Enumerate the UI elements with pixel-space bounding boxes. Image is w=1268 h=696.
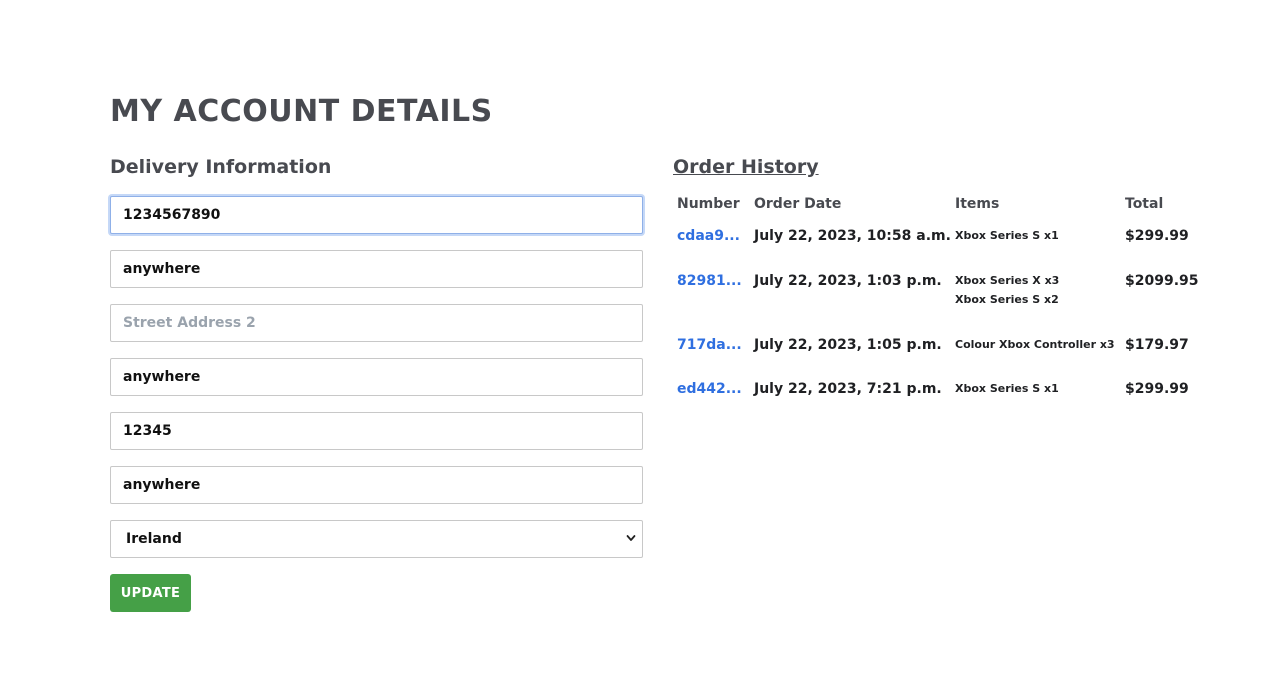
county-input[interactable] [110,466,643,504]
table-row: cdaa9... July 22, 2023, 10:58 a.m. Xbox … [673,220,1213,265]
column-header-total: Total [1125,196,1164,212]
order-items: Xbox Series S x1 [955,226,1059,245]
order-item: Colour Xbox Controller x3 [955,338,1115,351]
order-date: July 22, 2023, 1:05 p.m. [754,337,942,353]
order-date: July 22, 2023, 1:03 p.m. [754,273,942,289]
page-title: MY ACCOUNT DETAILS [110,94,493,129]
order-history-table: Number Order Date Items Total cdaa9... J… [673,190,1213,417]
update-button[interactable]: Update [110,574,191,612]
order-total: $179.97 [1125,337,1189,353]
order-items: Xbox Series S x1 [955,379,1059,398]
phone-number-input[interactable] [110,196,643,234]
column-header-items: Items [955,196,1000,212]
order-date: July 22, 2023, 10:58 a.m. [754,228,951,244]
order-items: Colour Xbox Controller x3 [955,335,1115,354]
order-total: $299.99 [1125,381,1189,397]
order-item: Xbox Series S x1 [955,229,1059,242]
street-address-1-input[interactable] [110,250,643,288]
delivery-info-heading: Delivery Information [110,156,332,178]
table-row: ed442... July 22, 2023, 7:21 p.m. Xbox S… [673,373,1213,417]
order-number-link[interactable]: cdaa9... [677,228,740,244]
order-history-heading[interactable]: Order History [673,156,819,178]
order-number-link[interactable]: 717da... [677,337,742,353]
street-address-2-input[interactable] [110,304,643,342]
order-items: Xbox Series X x3 Xbox Series S x2 [955,271,1059,309]
table-row: 82981... July 22, 2023, 1:03 p.m. Xbox S… [673,265,1213,329]
column-header-order-date: Order Date [754,196,842,212]
table-header: Number Order Date Items Total [673,190,1213,220]
order-number-link[interactable]: ed442... [677,381,742,397]
order-item: Xbox Series X x3 [955,274,1060,287]
order-total: $2099.95 [1125,273,1199,289]
account-page: MY ACCOUNT DETAILS Delivery Information … [0,0,1268,696]
order-item: Xbox Series S x2 [955,293,1059,306]
country-select[interactable]: Ireland [110,520,643,558]
postcode-input[interactable] [110,412,643,450]
order-item: Xbox Series S x1 [955,382,1059,395]
order-date: July 22, 2023, 7:21 p.m. [754,381,942,397]
column-header-number: Number [677,196,740,212]
town-or-city-input[interactable] [110,358,643,396]
table-row: 717da... July 22, 2023, 1:05 p.m. Colour… [673,329,1213,373]
order-number-link[interactable]: 82981... [677,273,742,289]
order-total: $299.99 [1125,228,1189,244]
